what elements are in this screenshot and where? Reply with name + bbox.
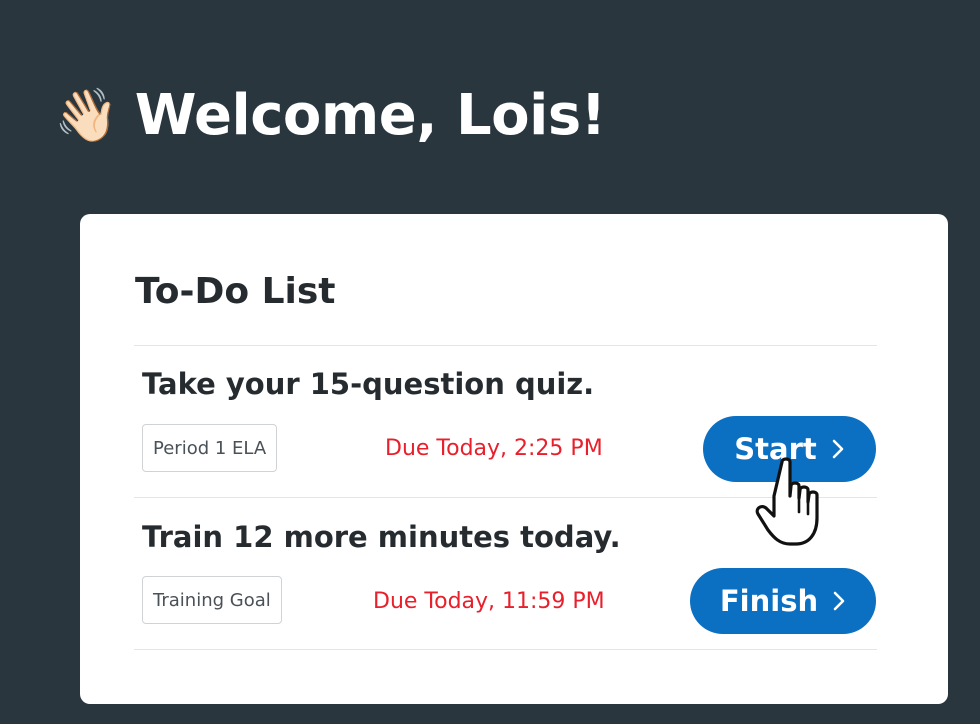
finish-button-label: Finish	[719, 584, 819, 618]
divider	[134, 649, 877, 650]
welcome-header: 👋🏻 Welcome, Lois!	[54, 78, 606, 154]
finish-button[interactable]: Finish	[690, 568, 876, 634]
task-due: Due Today, 11:59 PM	[373, 589, 605, 614]
task-tag: Period 1 ELA	[142, 424, 278, 472]
page: 👋🏻 Welcome, Lois! To-Do List Take your 1…	[0, 0, 980, 724]
task-title: Train 12 more minutes today.	[142, 520, 621, 554]
task-title: Take your 15-question quiz.	[142, 367, 595, 401]
todo-title: To-Do List	[135, 271, 336, 312]
chevron-right-icon	[832, 590, 846, 612]
waving-hand-icon: 👋🏻	[54, 86, 119, 146]
divider	[134, 345, 877, 346]
task-due: Due Today, 2:25 PM	[385, 436, 603, 461]
chevron-right-icon	[831, 438, 845, 460]
welcome-heading: Welcome, Lois!	[134, 83, 606, 148]
pointer-hand-cursor-icon	[755, 457, 819, 546]
task-tag: Training Goal	[142, 576, 282, 624]
